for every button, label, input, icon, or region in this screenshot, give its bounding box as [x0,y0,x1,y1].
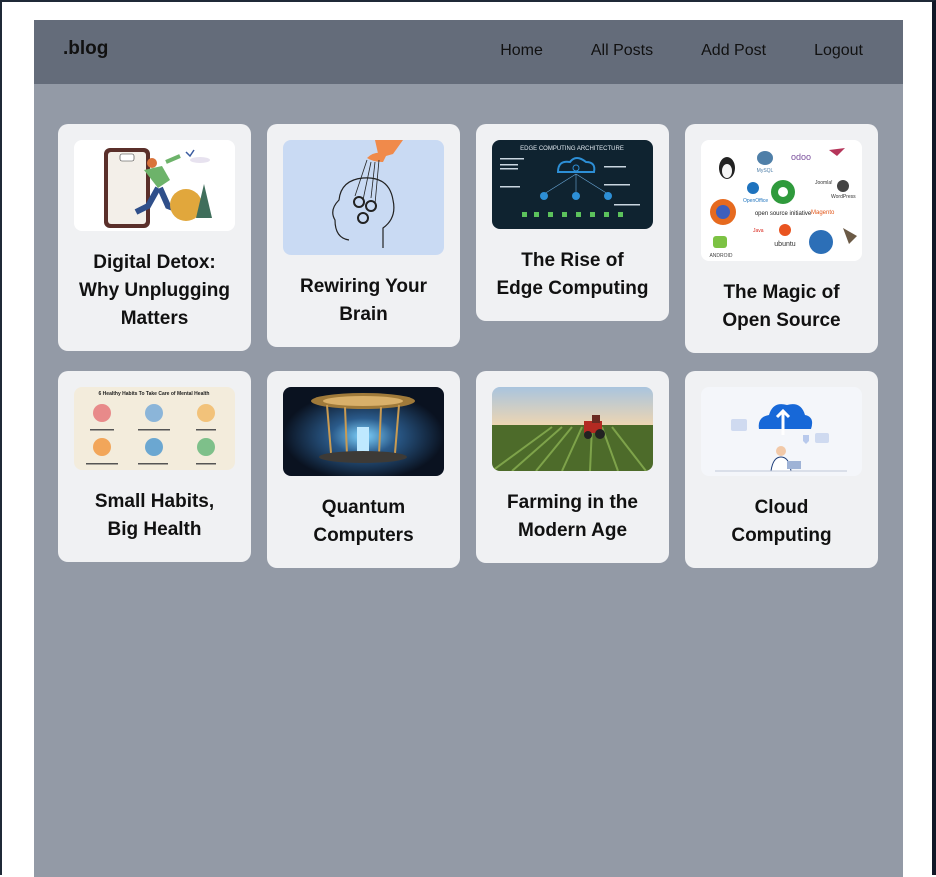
app-root: .blog Home All Posts Add Post Logout Dig… [34,20,903,877]
post-thumbnail [283,140,444,255]
logo-mysql: MySQL [757,168,774,174]
post-title[interactable]: Quantum Computers [283,494,444,550]
post-card[interactable]: EDGE COMPUTING ARCHITECTURE The Rise of … [476,124,669,321]
post-title[interactable]: The Magic of Open Source [701,279,862,335]
post-thumbnail [74,140,235,231]
post-thumbnail: odoo open source initiative OpenOffice J… [701,140,862,261]
nav-all-posts-link[interactable]: All Posts [591,42,653,60]
nav-logout-link[interactable]: Logout [814,42,863,60]
nav-links: Home All Posts Add Post Logout [452,42,863,60]
logo-odoo: odoo [791,152,811,162]
diagram-title: EDGE COMPUTING ARCHITECTURE [520,146,624,152]
post-title[interactable]: Digital Detox: Why Unplugging Matters [74,249,235,333]
logo-java: Java [753,228,764,234]
infographic-title: 6 Healthy Habits To Take Care of Mental … [99,391,210,397]
logo-openoffice: OpenOffice [743,198,768,204]
post-thumbnail [492,387,653,471]
nav-add-post-link[interactable]: Add Post [701,42,766,60]
post-thumbnail [283,387,444,476]
posts-grid: Digital Detox: Why Unplugging Matters Re… [58,124,879,568]
logo-magento: Magento [811,210,835,216]
logo-osi: open source initiative [755,211,812,217]
post-card[interactable]: Rewiring Your Brain [267,124,460,347]
logo-wordpress: WordPress [831,194,856,200]
logo-joomla: Joomla! [815,180,833,186]
post-title[interactable]: Small Habits, Big Health [74,488,235,544]
post-title[interactable]: Farming in the Modern Age [492,489,653,545]
post-thumbnail: EDGE COMPUTING ARCHITECTURE [492,140,653,229]
post-title[interactable]: Rewiring Your Brain [283,273,444,329]
post-card[interactable]: Farming in the Modern Age [476,371,669,563]
nav-home-link[interactable]: Home [500,42,543,60]
post-card[interactable]: Digital Detox: Why Unplugging Matters [58,124,251,351]
navbar: .blog Home All Posts Add Post Logout [34,20,903,84]
post-title[interactable]: Cloud Computing [701,494,862,550]
post-card[interactable]: Cloud Computing [685,371,878,568]
post-title[interactable]: The Rise of Edge Computing [492,247,653,303]
post-card[interactable]: odoo open source initiative OpenOffice J… [685,124,878,353]
logo-ubuntu: ubuntu [774,241,796,248]
brand-logo[interactable]: .blog [63,38,108,60]
browser-frame: .blog Home All Posts Add Post Logout Dig… [0,0,936,877]
post-thumbnail [701,387,862,476]
logo-android: ANDROID [709,253,732,259]
post-thumbnail: 6 Healthy Habits To Take Care of Mental … [74,387,235,470]
post-card[interactable]: 6 Healthy Habits To Take Care of Mental … [58,371,251,562]
post-card[interactable]: Quantum Computers [267,371,460,568]
